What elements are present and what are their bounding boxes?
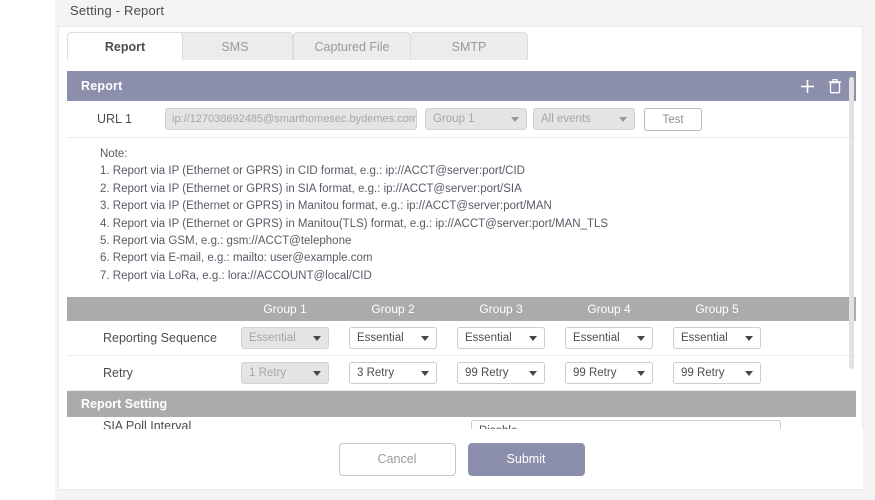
- url-events-select[interactable]: All events: [533, 108, 635, 130]
- url-events-select-value: All events: [541, 113, 591, 125]
- chevron-down-icon: [421, 336, 429, 342]
- url-row-label: URL 1: [97, 112, 132, 126]
- note-line-3: 3. Report via IP (Ethernet or GPRS) in M…: [100, 200, 552, 213]
- reporting-sequence-label: Reporting Sequence: [103, 331, 217, 346]
- group-column-4: Group 4: [587, 302, 631, 317]
- chevron-down-icon: [313, 371, 321, 377]
- group-column-5: Group 5: [695, 302, 739, 317]
- settings-scroll-area[interactable]: Report URL 1 ip://127038692485@smarthome…: [67, 71, 856, 455]
- chevron-down-icon: [745, 371, 753, 377]
- tab-captured-file[interactable]: Captured File: [293, 32, 411, 61]
- reporting-sequence-select-group3[interactable]: Essential: [457, 327, 545, 350]
- chevron-down-icon: [421, 371, 429, 377]
- tab-report[interactable]: Report: [67, 32, 183, 61]
- note-line-2: 2. Report via IP (Ethernet or GPRS) in S…: [100, 182, 522, 195]
- note-heading: Note:: [100, 148, 128, 160]
- reporting-sequence-select-group1[interactable]: Essential: [241, 327, 329, 350]
- retry-value-group3: 99 Retry: [465, 367, 509, 380]
- retry-value-group4: 99 Retry: [573, 367, 617, 380]
- report-setting-section-header: Report Setting: [67, 391, 856, 418]
- plus-icon[interactable]: [798, 77, 816, 95]
- page-title: Setting - Report: [70, 3, 165, 18]
- reporting-sequence-value-group1: Essential: [249, 332, 296, 345]
- reporting-sequence-select-group2[interactable]: Essential: [349, 327, 437, 350]
- tab-sms[interactable]: SMS: [177, 32, 293, 61]
- group-column-3: Group 3: [479, 302, 523, 317]
- url-input[interactable]: ip://127038692485@smarthomesec.bydemes.c…: [165, 108, 417, 130]
- report-section-actions: [798, 71, 844, 101]
- retry-select-group4[interactable]: 99 Retry: [565, 362, 653, 385]
- retry-value-group1: 1 Retry: [249, 367, 287, 380]
- retry-value-group2: 3 Retry: [357, 367, 395, 380]
- report-section-title: Report: [81, 79, 123, 93]
- submit-button[interactable]: Submit: [467, 442, 585, 476]
- reporting-sequence-value-group2: Essential: [357, 332, 404, 345]
- report-setting-section-title: Report Setting: [81, 397, 168, 412]
- scrollbar-thumb[interactable]: [849, 77, 854, 369]
- trash-icon[interactable]: [826, 77, 844, 95]
- app-screen: Setting - Report Report SMS Captured Fil…: [0, 0, 875, 500]
- note-block: Note: 1. Report via IP (Ethernet or GPRS…: [67, 138, 856, 297]
- chevron-down-icon: [511, 117, 519, 122]
- reporting-sequence-value-group3: Essential: [465, 332, 512, 345]
- chevron-down-icon: [529, 336, 537, 342]
- note-line-4: 4. Report via IP (Ethernet or GPRS) in M…: [100, 217, 609, 230]
- chevron-down-icon: [745, 336, 753, 342]
- group-column-2: Group 2: [371, 302, 415, 317]
- retry-select-group3[interactable]: 99 Retry: [457, 362, 545, 385]
- url-group-select[interactable]: Group 1: [425, 108, 527, 130]
- note-line-7: 7. Report via LoRa, e.g.: lora://ACCOUNT…: [100, 269, 372, 282]
- note-line-6: 6. Report via E-mail, e.g.: mailto: user…: [100, 252, 373, 265]
- settings-card: Report SMS Captured File SMTP Report URL…: [58, 26, 863, 490]
- retry-select-group5[interactable]: 99 Retry: [673, 362, 761, 385]
- chevron-down-icon: [529, 371, 537, 377]
- retry-value-group5: 99 Retry: [681, 367, 725, 380]
- settings-scroll-content: Report URL 1 ip://127038692485@smarthome…: [67, 71, 856, 447]
- chevron-down-icon: [637, 371, 645, 377]
- report-section-header: Report: [67, 71, 856, 101]
- chevron-down-icon: [313, 336, 321, 342]
- note-line-1: 1. Report via IP (Ethernet or GPRS) in C…: [100, 165, 525, 178]
- cancel-button[interactable]: Cancel: [338, 442, 456, 476]
- reporting-sequence-select-group4[interactable]: Essential: [565, 327, 653, 350]
- chevron-down-icon: [637, 336, 645, 342]
- chevron-down-icon: [619, 117, 627, 122]
- reporting-sequence-value-group4: Essential: [573, 332, 620, 345]
- table-row: Reporting Sequence Essential Essential E…: [67, 321, 856, 357]
- form-footer: Cancel Submit: [60, 429, 863, 489]
- group-column-1: Group 1: [263, 302, 307, 317]
- retry-label: Retry: [103, 366, 133, 381]
- tab-underline: [67, 60, 856, 61]
- tab-smtp[interactable]: SMTP: [410, 32, 528, 61]
- reporting-sequence-value-group5: Essential: [681, 332, 728, 345]
- tab-bar: Report SMS Captured File SMTP: [59, 32, 864, 62]
- url-group-select-value: Group 1: [433, 113, 475, 125]
- reporting-sequence-select-group5[interactable]: Essential: [673, 327, 761, 350]
- table-row: Retry 1 Retry 3 Retry 99 Retry 99 Retry …: [67, 356, 856, 392]
- url-row-1: URL 1 ip://127038692485@smarthomesec.byd…: [67, 101, 856, 138]
- retry-select-group1[interactable]: 1 Retry: [241, 362, 329, 385]
- note-line-5: 5. Report via GSM, e.g.: gsm://ACCT@tele…: [100, 235, 352, 248]
- group-table-header: Group 1 Group 2 Group 3 Group 4 Group 5: [67, 297, 856, 322]
- test-button[interactable]: Test: [644, 108, 702, 131]
- retry-select-group2[interactable]: 3 Retry: [349, 362, 437, 385]
